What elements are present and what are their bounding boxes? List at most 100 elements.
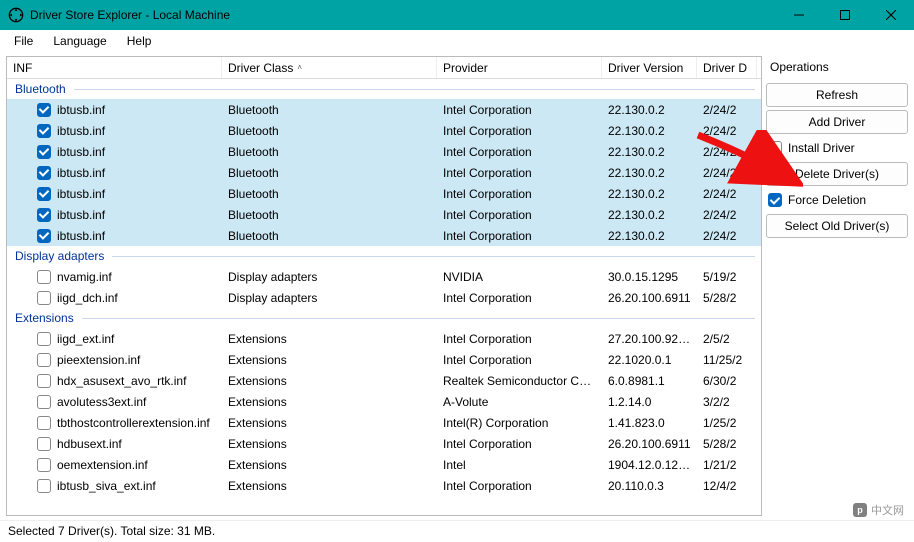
cell-provider: Realtek Semiconductor Corp.: [437, 374, 602, 388]
cell-class: Display adapters: [222, 291, 437, 305]
row-checkbox[interactable]: [37, 291, 51, 305]
install-driver-checkbox[interactable]: Install Driver: [766, 137, 908, 159]
col-class[interactable]: Driver Class ˄: [222, 57, 437, 78]
col-class-label: Driver Class: [228, 61, 293, 75]
table-row[interactable]: nvamig.infDisplay adaptersNVIDIA30.0.15.…: [7, 266, 761, 287]
minimize-button[interactable]: [776, 0, 822, 30]
driver-list: INF Driver Class ˄ Provider Driver Versi…: [6, 56, 762, 516]
table-row[interactable]: ibtusb_siva_ext.infExtensionsIntel Corpo…: [7, 475, 761, 496]
table-row[interactable]: oemextension.infExtensionsIntel1904.12.0…: [7, 454, 761, 475]
cell-date: 2/24/2: [697, 145, 757, 159]
cell-class: Extensions: [222, 374, 437, 388]
cell-provider: Intel Corporation: [437, 124, 602, 138]
cell-provider: Intel Corporation: [437, 103, 602, 117]
list-body[interactable]: Bluetoothibtusb.infBluetoothIntel Corpor…: [7, 79, 761, 515]
cell-version: 26.20.100.6911: [602, 437, 697, 451]
table-row[interactable]: ibtusb.infBluetoothIntel Corporation22.1…: [7, 99, 761, 120]
table-row[interactable]: avolutess3ext.infExtensionsA-Volute1.2.1…: [7, 391, 761, 412]
row-checkbox[interactable]: [37, 416, 51, 430]
row-checkbox[interactable]: [37, 395, 51, 409]
group-header[interactable]: Display adapters: [7, 246, 761, 266]
cell-inf: hdx_asusext_avo_rtk.inf: [57, 374, 186, 388]
group-line: [112, 256, 755, 257]
group-name: Display adapters: [15, 249, 104, 263]
cell-inf: ibtusb.inf: [57, 166, 105, 180]
group-header[interactable]: Extensions: [7, 308, 761, 328]
menu-language[interactable]: Language: [43, 32, 116, 50]
cell-version: 27.20.100.9268: [602, 332, 697, 346]
row-checkbox[interactable]: [37, 145, 51, 159]
table-row[interactable]: ibtusb.infBluetoothIntel Corporation22.1…: [7, 141, 761, 162]
cell-version: 22.130.0.2: [602, 166, 697, 180]
cell-date: 11/25/2: [697, 353, 757, 367]
table-row[interactable]: iigd_ext.infExtensionsIntel Corporation2…: [7, 328, 761, 349]
title-bar: Driver Store Explorer - Local Machine: [0, 0, 914, 30]
cell-version: 22.130.0.2: [602, 187, 697, 201]
col-date[interactable]: Driver D: [697, 57, 757, 78]
operations-title: Operations: [766, 56, 908, 80]
table-row[interactable]: ibtusb.infBluetoothIntel Corporation22.1…: [7, 162, 761, 183]
row-checkbox[interactable]: [37, 479, 51, 493]
row-checkbox[interactable]: [37, 437, 51, 451]
menu-file[interactable]: File: [4, 32, 43, 50]
row-checkbox[interactable]: [37, 103, 51, 117]
cell-inf: iigd_ext.inf: [57, 332, 114, 346]
row-checkbox[interactable]: [37, 124, 51, 138]
cell-version: 26.20.100.6911: [602, 291, 697, 305]
cell-provider: Intel Corporation: [437, 166, 602, 180]
row-checkbox[interactable]: [37, 270, 51, 284]
cell-class: Extensions: [222, 395, 437, 409]
cell-inf: ibtusb.inf: [57, 103, 105, 117]
cell-date: 2/24/2: [697, 208, 757, 222]
col-inf[interactable]: INF: [7, 57, 222, 78]
table-row[interactable]: ibtusb.infBluetoothIntel Corporation22.1…: [7, 204, 761, 225]
col-version[interactable]: Driver Version: [602, 57, 697, 78]
row-checkbox[interactable]: [37, 166, 51, 180]
row-checkbox[interactable]: [37, 374, 51, 388]
maximize-button[interactable]: [822, 0, 868, 30]
row-checkbox[interactable]: [37, 353, 51, 367]
table-row[interactable]: ibtusb.infBluetoothIntel Corporation22.1…: [7, 183, 761, 204]
table-row[interactable]: ibtusb.infBluetoothIntel Corporation22.1…: [7, 225, 761, 246]
cell-date: 2/24/2: [697, 166, 757, 180]
select-old-drivers-button[interactable]: Select Old Driver(s): [766, 214, 908, 238]
menu-bar: File Language Help: [0, 30, 914, 52]
table-row[interactable]: pieextension.infExtensionsIntel Corporat…: [7, 349, 761, 370]
row-checkbox[interactable]: [37, 458, 51, 472]
cell-provider: Intel Corporation: [437, 437, 602, 451]
cell-inf: ibtusb.inf: [57, 208, 105, 222]
cell-version: 22.130.0.2: [602, 145, 697, 159]
table-row[interactable]: hdx_asusext_avo_rtk.inf ExtensionsRealtek…: [7, 370, 761, 391]
add-driver-button[interactable]: Add Driver: [766, 110, 908, 134]
refresh-button[interactable]: Refresh: [766, 83, 908, 107]
group-line: [74, 89, 755, 90]
table-row[interactable]: ibtusb.infBluetoothIntel Corporation22.1…: [7, 120, 761, 141]
cell-date: 1/25/2: [697, 416, 757, 430]
col-provider[interactable]: Provider: [437, 57, 602, 78]
cell-date: 2/24/2: [697, 103, 757, 117]
table-row[interactable]: tbthostcontrollerextension.infExtensions…: [7, 412, 761, 433]
table-row[interactable]: iigd_dch.infDisplay adaptersIntel Corpor…: [7, 287, 761, 308]
menu-help[interactable]: Help: [117, 32, 162, 50]
checkbox-icon: [768, 141, 782, 155]
close-button[interactable]: [868, 0, 914, 30]
cell-date: 1/21/2: [697, 458, 757, 472]
group-header[interactable]: Bluetooth: [7, 79, 761, 99]
cell-class: Extensions: [222, 479, 437, 493]
cell-date: 5/28/2: [697, 437, 757, 451]
force-deletion-checkbox[interactable]: Force Deletion: [766, 189, 908, 211]
cell-class: Bluetooth: [222, 229, 437, 243]
cell-inf: hdbusext.inf: [57, 437, 122, 451]
row-checkbox[interactable]: [37, 229, 51, 243]
cell-version: 20.110.0.3: [602, 479, 697, 493]
cell-date: 12/4/2: [697, 479, 757, 493]
row-checkbox[interactable]: [37, 332, 51, 346]
row-checkbox[interactable]: [37, 187, 51, 201]
delete-drivers-button[interactable]: Delete Driver(s): [766, 162, 908, 186]
table-row[interactable]: hdbusext.infExtensionsIntel Corporation2…: [7, 433, 761, 454]
cell-version: 22.130.0.2: [602, 124, 697, 138]
cell-version: 30.0.15.1295: [602, 270, 697, 284]
status-bar: Selected 7 Driver(s). Total size: 31 MB.: [0, 520, 914, 542]
row-checkbox[interactable]: [37, 208, 51, 222]
cell-inf: nvamig.inf: [57, 270, 112, 284]
